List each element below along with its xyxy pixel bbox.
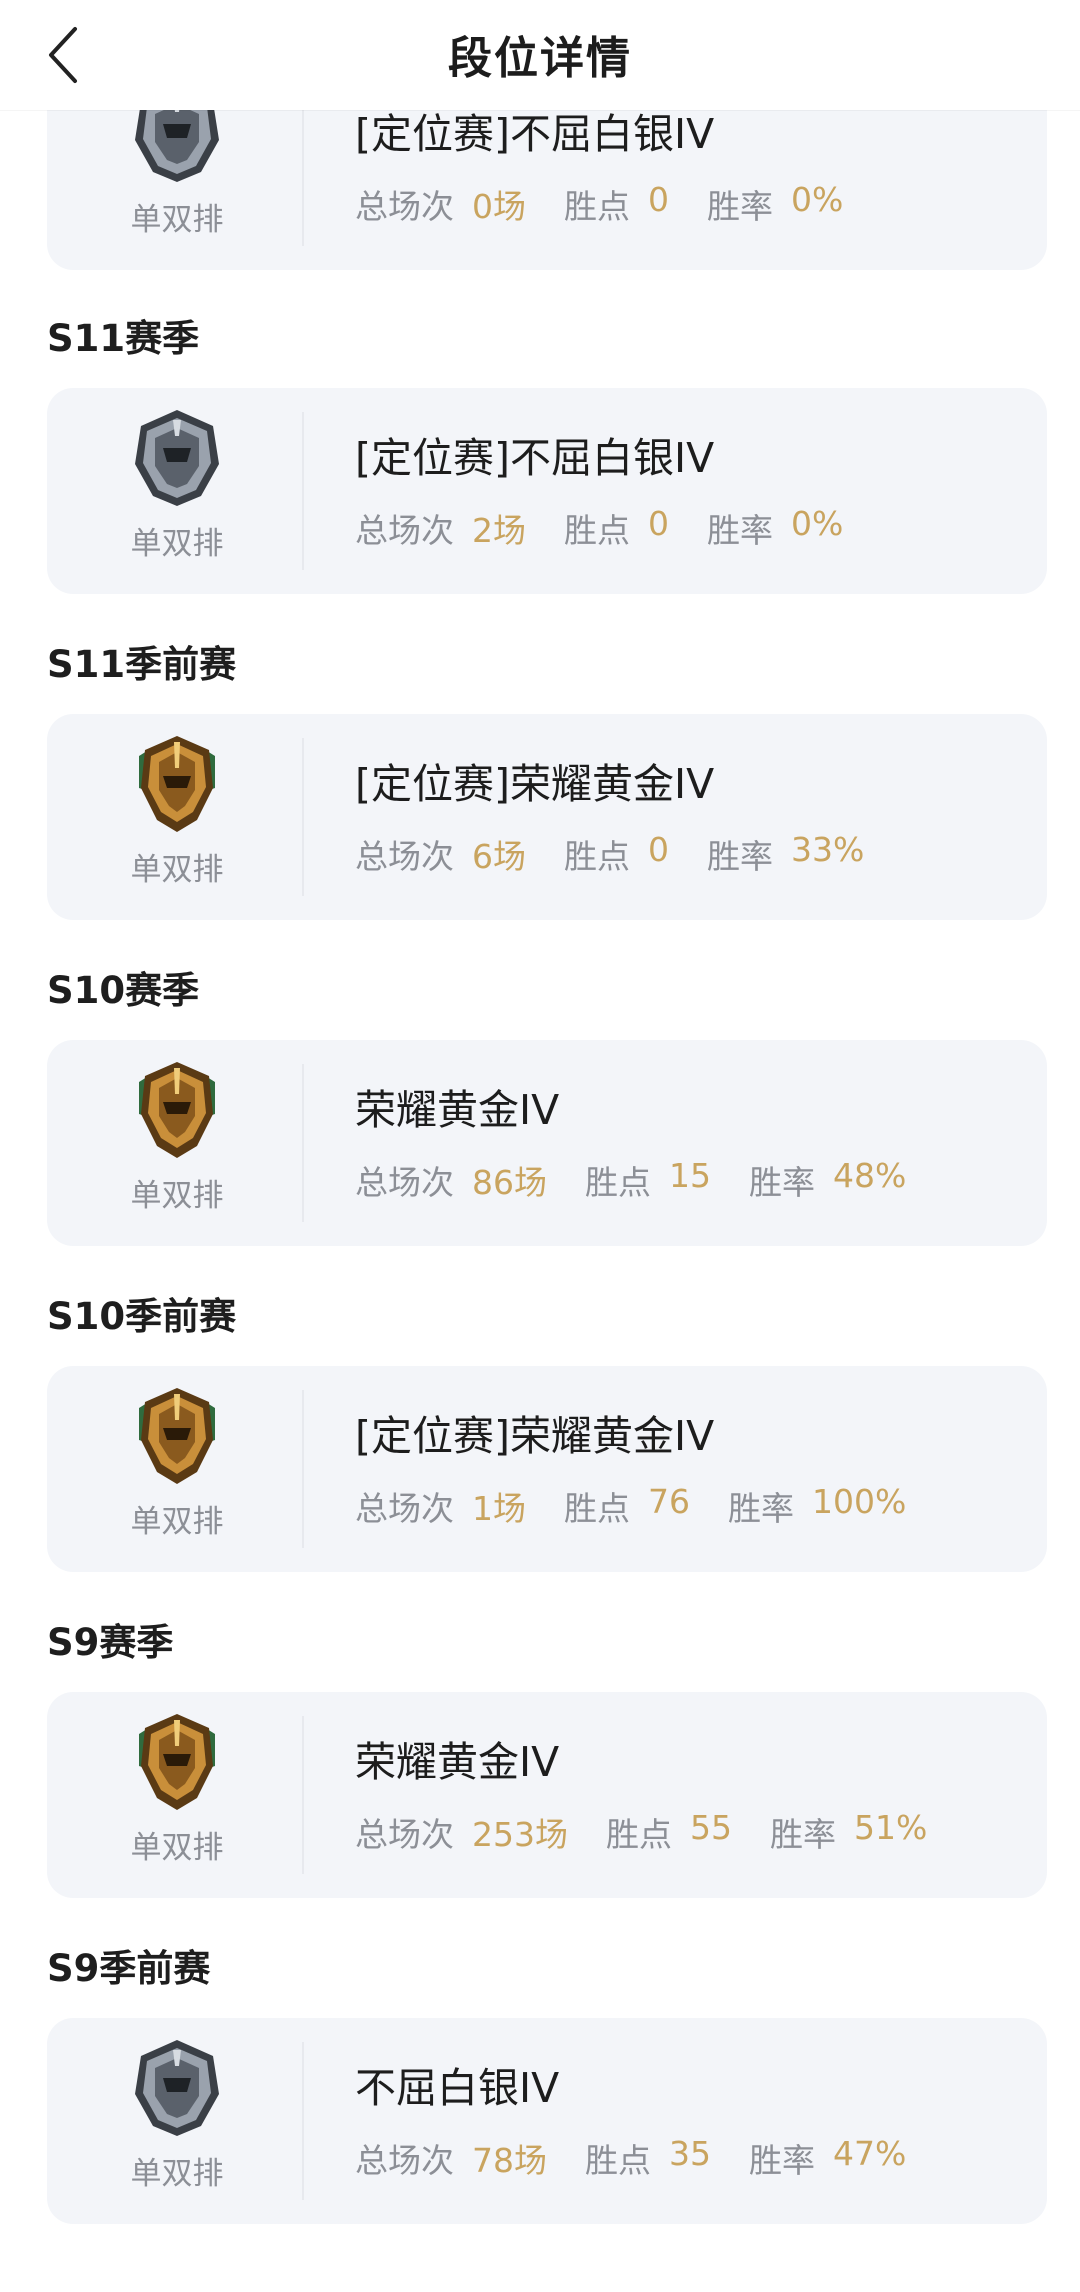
games-label: 总场次	[355, 1815, 454, 1854]
points-value: 0	[648, 180, 669, 219]
games-label: 总场次	[355, 187, 454, 226]
points-label: 胜点	[585, 1163, 651, 1202]
rank-card[interactable]: 单双排 [定位赛]荣耀黄金IV 总场次 1场 胜点 76 胜率 100%	[47, 1366, 1047, 1572]
rank-stats: 总场次 253场 胜点 55 胜率 51%	[355, 1808, 965, 1856]
winrate-value: 100%	[812, 1482, 907, 1521]
top-app-bar: 段位详情	[0, 0, 1080, 110]
points-value: 35	[669, 2134, 711, 2173]
points-label: 胜点	[564, 837, 630, 876]
points-value: 55	[690, 1808, 732, 1847]
games-value: 6场	[472, 837, 526, 876]
games-value: 78场	[472, 2141, 547, 2180]
season-heading: S10赛季	[47, 969, 200, 1012]
rank-title: 荣耀黄金IV	[355, 1086, 560, 1134]
games-label: 总场次	[355, 2141, 454, 2180]
winrate-label: 胜率	[707, 187, 773, 226]
divider	[302, 1064, 304, 1222]
games-value: 253场	[472, 1815, 568, 1854]
queue-type-label: 单双排	[130, 202, 224, 238]
divider	[302, 738, 304, 896]
points-label: 胜点	[585, 2141, 651, 2180]
divider	[302, 1716, 304, 1874]
divider	[302, 1390, 304, 1548]
rank-stats: 总场次 78场 胜点 35 胜率 47%	[355, 2134, 944, 2182]
points-value: 15	[669, 1156, 711, 1195]
queue-type-label: 单双排	[130, 526, 224, 562]
queue-type-label: 单双排	[130, 1504, 224, 1540]
page-title: 段位详情	[448, 33, 632, 84]
winrate-value: 0%	[791, 180, 844, 219]
games-value: 1场	[472, 1489, 526, 1528]
points-label: 胜点	[564, 1489, 630, 1528]
rank-title: [定位赛]不屈白银IV	[355, 434, 715, 482]
season-heading: S11赛季	[47, 317, 200, 360]
season-heading: S9赛季	[47, 1621, 174, 1664]
rank-title: 不屈白银IV	[355, 2064, 560, 2112]
rank-stats: 总场次 0场 胜点 0 胜率 0%	[355, 180, 881, 228]
points-label: 胜点	[564, 511, 630, 550]
winrate-value: 33%	[791, 830, 865, 869]
games-label: 总场次	[355, 837, 454, 876]
winrate-value: 51%	[854, 1808, 928, 1847]
games-label: 总场次	[355, 1489, 454, 1528]
divider	[302, 88, 304, 246]
gold-rank-emblem-icon	[139, 736, 215, 832]
points-value: 0	[648, 830, 669, 869]
games-label: 总场次	[355, 511, 454, 550]
rank-card[interactable]: 单双排 [定位赛]不屈白银IV 总场次 2场 胜点 0 胜率 0%	[47, 388, 1047, 594]
rank-card[interactable]: 单双排 荣耀黄金IV 总场次 253场 胜点 55 胜率 51%	[47, 1692, 1047, 1898]
rank-stats: 总场次 2场 胜点 0 胜率 0%	[355, 504, 881, 552]
rank-card[interactable]: 单双排 不屈白银IV 总场次 78场 胜点 35 胜率 47%	[47, 2018, 1047, 2224]
queue-type-label: 单双排	[130, 1830, 224, 1866]
winrate-label: 胜率	[707, 511, 773, 550]
queue-type-label: 单双排	[130, 2156, 224, 2192]
rank-title: [定位赛]荣耀黄金IV	[355, 760, 715, 808]
points-label: 胜点	[564, 187, 630, 226]
season-heading: S9季前赛	[47, 1947, 211, 1990]
rank-title: [定位赛]荣耀黄金IV	[355, 1412, 715, 1460]
winrate-value: 47%	[833, 2134, 907, 2173]
season-rank-list: 单双排 [定位赛]不屈白银IV 总场次 0场 胜点 0 胜率 0% S11赛季 单双排…	[0, 0, 1080, 2292]
winrate-value: 48%	[833, 1156, 907, 1195]
games-value: 0场	[472, 187, 526, 226]
queue-type-label: 单双排	[130, 1178, 224, 1214]
gold-rank-emblem-icon	[139, 1062, 215, 1158]
silver-rank-emblem-icon	[135, 410, 219, 506]
rank-stats: 总场次 86场 胜点 15 胜率 48%	[355, 1156, 944, 1204]
winrate-label: 胜率	[707, 837, 773, 876]
winrate-label: 胜率	[770, 1815, 836, 1854]
gold-rank-emblem-icon	[139, 1388, 215, 1484]
divider	[302, 412, 304, 570]
games-value: 2场	[472, 511, 526, 550]
divider	[302, 2042, 304, 2200]
winrate-label: 胜率	[728, 1489, 794, 1528]
winrate-label: 胜率	[749, 1163, 815, 1202]
games-value: 86场	[472, 1163, 547, 1202]
season-heading: S10季前赛	[47, 1295, 237, 1338]
rank-title: 荣耀黄金IV	[355, 1738, 560, 1786]
winrate-value: 0%	[791, 504, 844, 543]
rank-card[interactable]: 单双排 荣耀黄金IV 总场次 86场 胜点 15 胜率 48%	[47, 1040, 1047, 1246]
rank-stats: 总场次 1场 胜点 76 胜率 100%	[355, 1482, 944, 1530]
games-label: 总场次	[355, 1163, 454, 1202]
rank-stats: 总场次 6场 胜点 0 胜率 33%	[355, 830, 902, 878]
queue-type-label: 单双排	[130, 852, 224, 888]
points-value: 0	[648, 504, 669, 543]
rank-card[interactable]: 单双排 [定位赛]荣耀黄金IV 总场次 6场 胜点 0 胜率 33%	[47, 714, 1047, 920]
gold-rank-emblem-icon	[139, 1714, 215, 1810]
points-value: 76	[648, 1482, 690, 1521]
winrate-label: 胜率	[749, 2141, 815, 2180]
points-label: 胜点	[606, 1815, 672, 1854]
season-heading: S11季前赛	[47, 643, 237, 686]
silver-rank-emblem-icon	[135, 2040, 219, 2136]
